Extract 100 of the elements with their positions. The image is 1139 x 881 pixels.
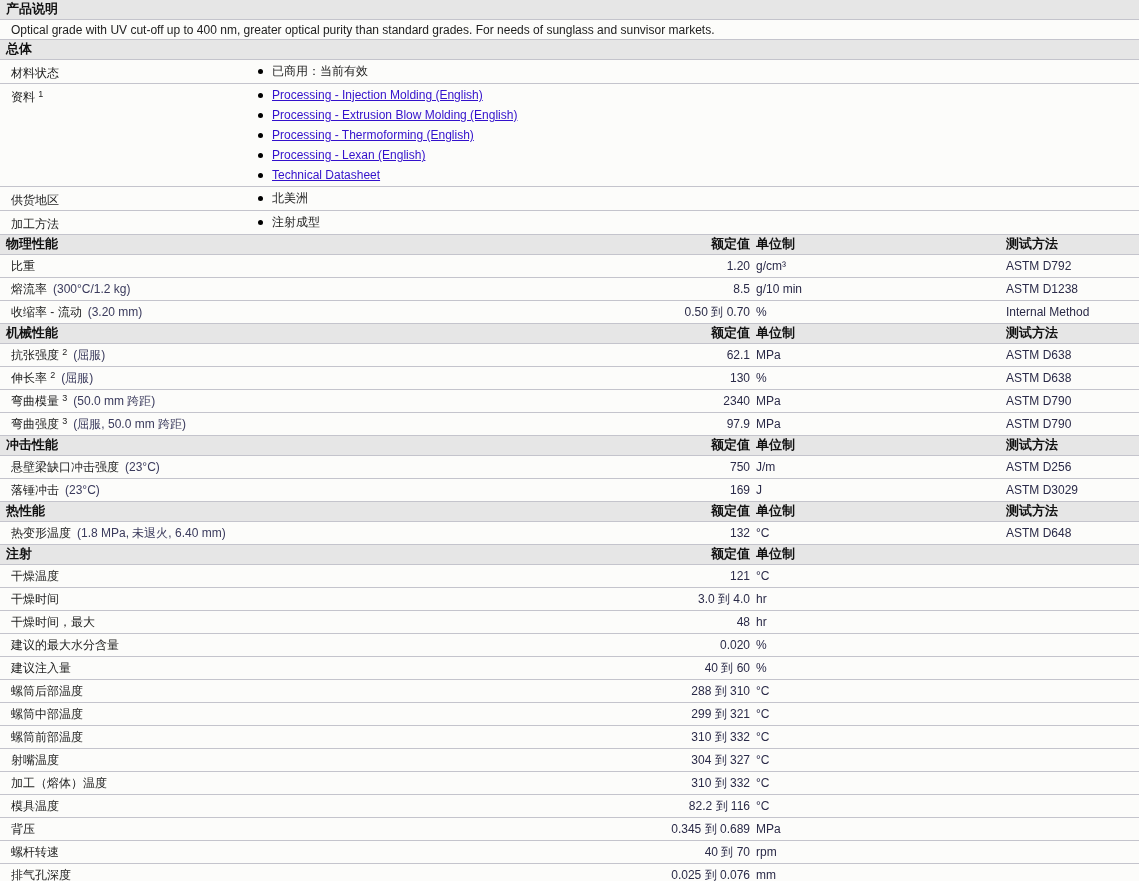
document-link[interactable]: Processing - Thermoforming (English) — [272, 126, 474, 144]
property-value: 750 — [729, 460, 750, 474]
property-label: 收缩率 - 流动 — [11, 304, 82, 321]
property-unit: % — [756, 661, 767, 675]
column-header: 单位制 — [756, 326, 795, 341]
property-unit: MPa — [756, 822, 781, 836]
property-label: 射嘴温度 — [11, 752, 59, 769]
list-value: 已商用：当前有效 — [272, 63, 368, 80]
property-label: 资料 $^{1}$ — [11, 90, 44, 104]
column-header: 额定值 — [711, 237, 750, 252]
test-method: ASTM D256 — [1006, 460, 1072, 474]
property-label: 落锤冲击 — [11, 482, 59, 499]
property-value: 169 — [729, 483, 750, 497]
property-unit: °C — [756, 707, 770, 721]
property-unit: hr — [756, 592, 767, 606]
test-condition: (3.20 mm) — [87, 304, 143, 321]
bullet-icon — [258, 112, 263, 118]
property-label: 材料状态 — [11, 66, 59, 80]
column-header: 测试方法 — [1006, 326, 1058, 341]
section-title: 冲击性能 — [6, 438, 58, 453]
section-title: 物理性能 — [6, 237, 58, 252]
test-condition: (1.8 MPa, 未退火, 6.40 mm) — [77, 525, 226, 542]
list-value: 北美洲 — [272, 190, 308, 207]
property-value: 40 到 60 — [704, 661, 750, 675]
section-title: 机械性能 — [6, 326, 58, 341]
description-text: Optical grade with UV cut-off up to 400 nm, greater optical purity than standard grades. For needs of sunglass and sunvisor markets. — [11, 21, 715, 39]
property-unit: J — [756, 483, 762, 497]
column-header: 单位制 — [756, 438, 795, 453]
column-header: 测试方法 — [1006, 237, 1058, 252]
property-value: 310 到 332 — [691, 776, 750, 790]
property-value: 97.9 — [726, 417, 750, 431]
property-label: 背压 — [11, 821, 35, 838]
section-title: 注射 — [6, 547, 32, 562]
property-unit: g/10 min — [756, 282, 803, 296]
property-unit: °C — [756, 730, 770, 744]
property-value: 304 到 327 — [691, 753, 750, 767]
document-link[interactable]: Technical Datasheet — [272, 166, 381, 184]
property-unit: MPa — [756, 394, 781, 408]
property-value: 2340 — [723, 394, 750, 408]
property-unit: °C — [756, 569, 770, 583]
property-unit: °C — [756, 776, 770, 790]
property-value: 121 — [729, 569, 750, 583]
column-header: 额定值 — [711, 326, 750, 341]
bullet-icon — [258, 172, 263, 178]
test-method: ASTM D648 — [1006, 526, 1072, 540]
property-label: 热变形温度 — [11, 525, 71, 542]
test-condition: (300°C/1.2 kg) — [53, 281, 131, 298]
test-condition: (屈服) — [73, 347, 106, 364]
property-unit: °C — [756, 799, 770, 813]
bullet-icon — [258, 152, 263, 158]
column-header: 单位制 — [756, 237, 795, 252]
test-condition: (50.0 mm 跨距) — [73, 393, 156, 410]
property-unit: mm — [756, 868, 776, 881]
document-link[interactable]: Processing - Lexan (English) — [272, 146, 426, 164]
property-value: 0.345 到 0.689 — [671, 822, 750, 836]
property-label: 熔流率 — [11, 281, 47, 298]
section-title: 热性能 — [6, 504, 45, 519]
property-value: 310 到 332 — [691, 730, 750, 744]
column-header: 额定值 — [711, 547, 750, 562]
property-value: 48 — [736, 615, 750, 629]
bullet-icon — [258, 68, 263, 74]
property-value: 288 到 310 — [691, 684, 750, 698]
property-value: 0.50 到 0.70 — [684, 305, 750, 319]
property-unit: MPa — [756, 348, 781, 362]
property-value: 0.020 — [719, 638, 750, 652]
property-unit: g/cm³ — [756, 259, 786, 273]
property-label: 加工（熔体）温度 — [11, 775, 107, 792]
property-value: 132 — [729, 526, 750, 540]
property-unit: hr — [756, 615, 767, 629]
property-label: 伸长率 $^{2}$ — [11, 369, 56, 387]
property-label: 模具温度 — [11, 798, 59, 815]
column-header: 测试方法 — [1006, 438, 1058, 453]
test-method: ASTM D1238 — [1006, 282, 1079, 296]
property-label: 供货地区 — [11, 193, 59, 207]
property-value: 0.025 到 0.076 — [671, 868, 750, 881]
test-method: ASTM D790 — [1006, 394, 1072, 408]
test-method: ASTM D792 — [1006, 259, 1072, 273]
list-value: 注射成型 — [272, 214, 320, 231]
property-unit: % — [756, 305, 767, 319]
property-label: 弯曲模量 $^{3}$ — [11, 392, 68, 410]
column-header: 单位制 — [756, 547, 795, 562]
bullet-icon — [258, 219, 263, 225]
property-value: 299 到 321 — [691, 707, 750, 721]
property-unit: °C — [756, 684, 770, 698]
property-unit: MPa — [756, 417, 781, 431]
column-header: 额定值 — [711, 504, 750, 519]
test-method: ASTM D638 — [1006, 348, 1072, 362]
test-condition: (23°C) — [125, 459, 160, 476]
property-value: 82.2 到 116 — [688, 799, 750, 813]
property-label: 加工方法 — [11, 217, 59, 231]
column-header: 测试方法 — [1006, 504, 1058, 519]
test-condition: (屈服, 50.0 mm 跨距) — [73, 416, 187, 433]
property-label: 抗张强度 $^{2}$ — [11, 346, 68, 364]
document-link[interactable]: Processing - Injection Molding (English) — [272, 86, 483, 104]
property-unit: rpm — [756, 845, 777, 859]
property-value: 3.0 到 4.0 — [697, 592, 750, 606]
document-link[interactable]: Processing - Extrusion Blow Molding (English) — [272, 106, 518, 124]
property-label: 干燥时间，最大 — [11, 614, 95, 631]
section-title: 产品说明 — [6, 2, 58, 17]
property-label: 螺筒后部温度 — [11, 683, 83, 700]
